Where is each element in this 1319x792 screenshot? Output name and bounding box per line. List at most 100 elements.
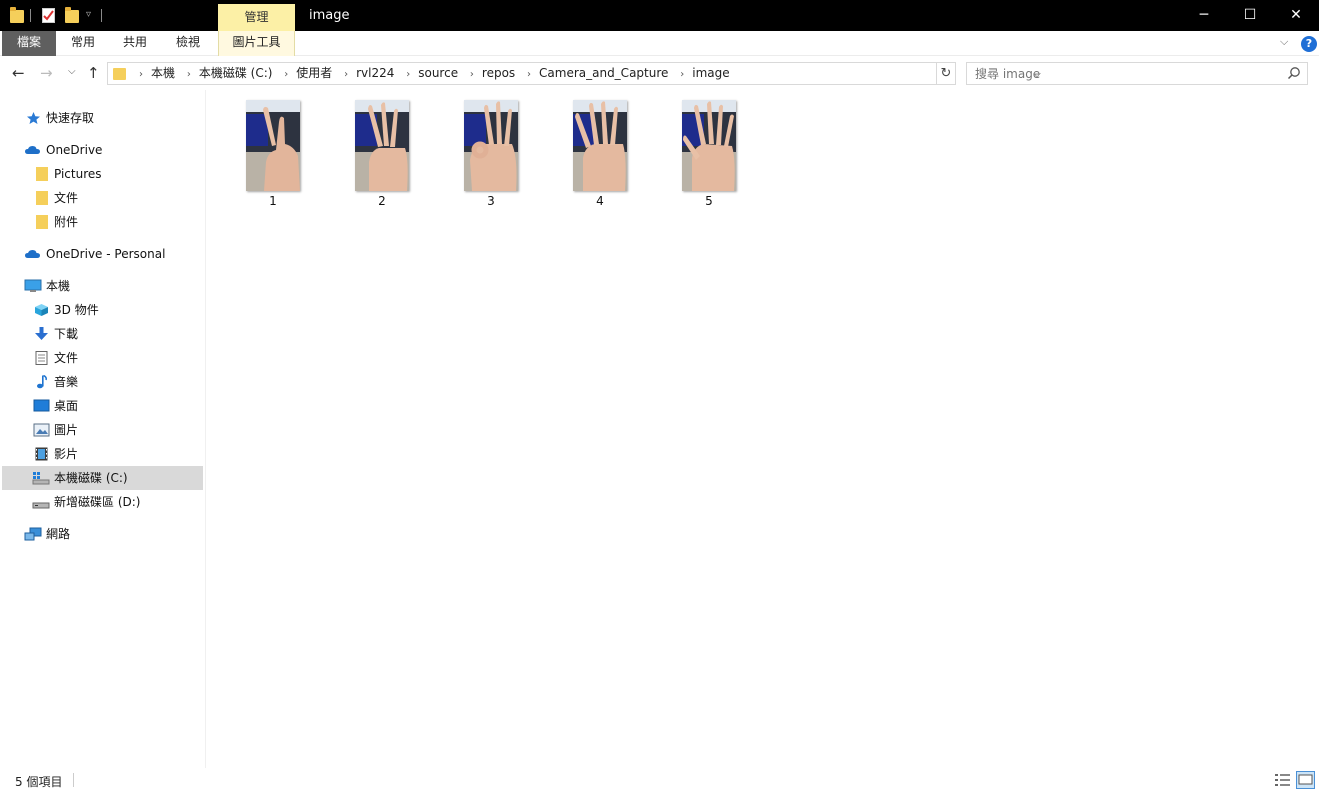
file-item[interactable]: 3 — [451, 100, 527, 210]
hand-photo-icon — [682, 100, 736, 191]
image-thumbnail — [682, 100, 736, 191]
search-box[interactable] — [966, 62, 1308, 85]
nav-label: Pictures — [54, 167, 102, 181]
folder-icon — [36, 215, 48, 229]
file-name: 1 — [269, 194, 277, 208]
nav-label: 圖片 — [54, 423, 79, 437]
details-view-icon[interactable] — [1273, 771, 1292, 789]
breadcrumb-separator[interactable]: › — [675, 64, 689, 85]
file-item[interactable]: 2 — [342, 100, 418, 210]
desktop-icon — [33, 399, 50, 412]
ribbon-tabs: 檔案 常用 共用 檢視 圖片工具 ⌵ ? — [0, 31, 1319, 56]
divider — [73, 773, 74, 787]
up-button[interactable]: ↑ — [87, 64, 100, 82]
nav-music[interactable]: 音樂 — [2, 370, 203, 394]
nav-downloads[interactable]: 下載 — [2, 322, 203, 346]
film-icon — [35, 447, 48, 461]
help-button[interactable]: ? — [1301, 36, 1317, 52]
address-bar[interactable]: › 本機 › 本機磁碟 (C:) › 使用者 › rvl224 › source › rep… — [107, 62, 1041, 85]
breadcrumb-item[interactable]: Camera_and_Capture — [536, 63, 671, 84]
close-button[interactable]: ✕ — [1273, 0, 1319, 31]
breadcrumb-item[interactable]: 本機磁碟 (C:) — [196, 63, 276, 84]
breadcrumb-separator[interactable]: › — [182, 64, 196, 85]
star-icon — [27, 112, 40, 124]
tab-share[interactable]: 共用 — [112, 31, 158, 56]
file-list: 1 2 3 4 5 — [207, 90, 1319, 768]
forward-button[interactable]: → — [40, 64, 53, 82]
breadcrumb-separator[interactable]: › — [465, 64, 479, 85]
item-count: 5 個項目 — [15, 775, 63, 789]
nav-onedrive[interactable]: OneDrive — [2, 138, 203, 162]
nav-onedrive-pictures[interactable]: Pictures — [2, 162, 203, 186]
file-item[interactable]: 4 — [560, 100, 636, 210]
nav-label: 文件 — [54, 191, 79, 205]
breadcrumb-item[interactable]: repos — [479, 63, 518, 84]
folder-icon — [113, 68, 126, 80]
nav-onedrive-attachments[interactable]: 附件 — [2, 210, 203, 234]
nav-new-volume-d[interactable]: 新增磁碟區 (D:) — [2, 490, 203, 514]
recent-locations-button[interactable]: ⌵ — [68, 66, 76, 77]
nav-label: 本機磁碟 (C:) — [54, 471, 128, 485]
large-icons-view-icon[interactable] — [1296, 771, 1315, 789]
nav-desktop[interactable]: 桌面 — [2, 394, 203, 418]
nav-quick-access[interactable]: 快速存取 — [2, 106, 203, 130]
file-item[interactable]: 5 — [669, 100, 745, 210]
breadcrumb-separator[interactable]: › — [339, 64, 353, 85]
expand-ribbon-icon[interactable]: ⌵ — [1280, 35, 1288, 49]
picture-icon — [33, 423, 50, 437]
breadcrumb-separator[interactable]: › — [401, 64, 415, 85]
divider — [30, 9, 31, 22]
context-tab-manage[interactable]: 管理 — [218, 4, 295, 31]
title-bar: ▿ 管理 image ─ ☐ ✕ — [0, 0, 1319, 31]
file-item[interactable]: 1 — [233, 100, 309, 210]
search-icon[interactable] — [1287, 66, 1301, 80]
breadcrumb-item[interactable]: 使用者 — [293, 63, 335, 84]
folder-icon — [36, 191, 48, 205]
search-input[interactable] — [967, 63, 1277, 84]
minimize-button[interactable]: ─ — [1181, 0, 1227, 31]
file-name: 3 — [487, 194, 495, 208]
file-name: 2 — [378, 194, 386, 208]
window-title: image — [309, 8, 350, 23]
breadcrumb-item[interactable]: rvl224 — [353, 63, 397, 84]
folder-icon — [36, 167, 48, 181]
refresh-button[interactable]: ↻ — [937, 62, 956, 85]
nav-label: OneDrive — [46, 143, 103, 157]
nav-this-pc[interactable]: 本機 — [2, 274, 203, 298]
tab-view[interactable]: 檢視 — [165, 31, 211, 56]
tab-file[interactable]: 檔案 — [2, 31, 56, 56]
cube-icon — [35, 304, 48, 316]
breadcrumb-item[interactable]: source — [415, 63, 461, 84]
nav-onedrive-documents[interactable]: 文件 — [2, 186, 203, 210]
drive-icon — [32, 502, 50, 509]
properties-icon[interactable] — [42, 8, 55, 23]
nav-onedrive-personal[interactable]: OneDrive - Personal — [2, 242, 203, 266]
nav-label: 文件 — [54, 351, 79, 365]
new-folder-icon[interactable] — [65, 7, 79, 23]
tab-home[interactable]: 常用 — [60, 31, 106, 56]
nav-label: OneDrive - Personal — [46, 247, 166, 261]
tab-picture-tools[interactable]: 圖片工具 — [218, 31, 295, 56]
image-thumbnail — [464, 100, 518, 191]
cloud-icon — [25, 146, 40, 154]
breadcrumb-item[interactable]: 本機 — [148, 63, 178, 84]
divider — [101, 9, 102, 22]
nav-network[interactable]: 網路 — [2, 522, 203, 546]
breadcrumb-separator[interactable]: › — [134, 64, 148, 85]
breadcrumb-separator[interactable]: › — [279, 64, 293, 85]
network-icon — [24, 527, 42, 541]
cloud-icon — [25, 250, 40, 258]
nav-pictures[interactable]: 圖片 — [2, 418, 203, 442]
computer-icon — [24, 279, 42, 292]
customize-qat-icon[interactable]: ▿ — [86, 9, 91, 20]
nav-videos[interactable]: 影片 — [2, 442, 203, 466]
nav-documents[interactable]: 文件 — [2, 346, 203, 370]
nav-3d-objects[interactable]: 3D 物件 — [2, 298, 203, 322]
breadcrumb: › 本機 › 本機磁碟 (C:) › 使用者 › rvl224 › source › rep… — [134, 63, 733, 84]
breadcrumb-separator[interactable]: › — [522, 64, 536, 85]
back-button[interactable]: ← — [12, 64, 25, 82]
download-icon — [35, 327, 48, 340]
maximize-button[interactable]: ☐ — [1227, 0, 1273, 31]
breadcrumb-item[interactable]: image — [689, 63, 732, 84]
nav-local-disk-c[interactable]: 本機磁碟 (C:) — [2, 466, 203, 490]
